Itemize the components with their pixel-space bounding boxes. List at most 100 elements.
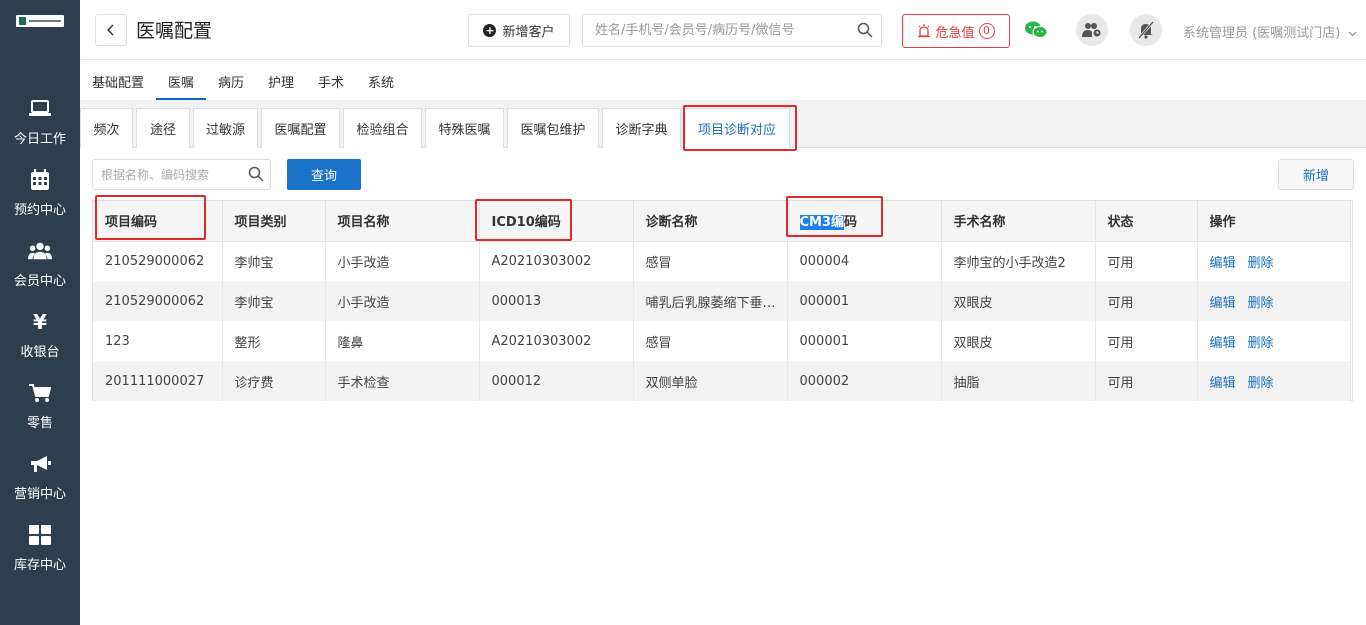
cell-status: 可用	[1095, 241, 1198, 281]
megaphone-icon	[28, 452, 52, 476]
subtab-route[interactable]: 途径	[136, 108, 190, 148]
alarm-icon	[918, 24, 931, 38]
search-icon[interactable]	[248, 166, 264, 182]
header: 医嘱配置 + 新增客户 危急值 0 系统管理员 (医嘱测试门店)	[80, 0, 1366, 60]
subtab-allergen[interactable]: 过敏源	[193, 108, 258, 148]
col-actions: 操作	[1197, 201, 1351, 242]
delete-link[interactable]: 删除	[1248, 296, 1274, 311]
cell-surgery-name: 李帅宝的小手改造2	[941, 241, 1096, 281]
sidebar-item-inventory[interactable]: 库存中心	[0, 523, 80, 585]
subtab-diagnosis-dict[interactable]: 诊断字典	[602, 108, 681, 148]
subtab-order-config[interactable]: 医嘱配置	[261, 108, 340, 148]
sidebar-item-retail[interactable]: 零售	[0, 381, 80, 443]
sidebar-item-label: 营销中心	[13, 487, 66, 502]
sidebar-item-label: 会员中心	[13, 274, 66, 289]
subtab-lab-group[interactable]: 检验组合	[343, 108, 422, 148]
critical-value-count: 0	[978, 23, 995, 39]
cell-icd10-code: A20210303002	[479, 241, 634, 281]
cell-item-category: 整形	[222, 321, 326, 361]
col-item-code: 项目编码	[93, 201, 223, 242]
cell-cm3-code: 000004	[787, 241, 942, 281]
cell-diagnosis-name: 感冒	[633, 241, 788, 281]
cell-item-name: 手术检查	[325, 361, 480, 401]
cell-status: 可用	[1095, 321, 1198, 361]
sidebar-item-appointment[interactable]: 预约中心	[0, 168, 80, 230]
subtab-frequency[interactable]: 频次	[80, 108, 133, 148]
chevron-left-icon	[107, 24, 114, 36]
sidebar-item-label: 库存中心	[13, 558, 66, 573]
edit-link[interactable]: 编辑	[1210, 376, 1236, 391]
sub-tabs: 频次 途径 过敏源 医嘱配置 检验组合 特殊医嘱 医嘱包维护 诊断字典 项目诊断…	[80, 100, 1366, 148]
calendar-icon	[28, 168, 52, 192]
col-surgery-name: 手术名称	[941, 201, 1096, 242]
content-area: 频次 途径 过敏源 医嘱配置 检验组合 特殊医嘱 医嘱包维护 诊断字典 项目诊断…	[80, 100, 1366, 625]
add-button[interactable]: 新增	[1278, 159, 1354, 190]
col-status: 状态	[1095, 201, 1198, 242]
tab-nursing[interactable]: 护理	[268, 72, 294, 100]
table-row: 123 整形 隆鼻 A20210303002 感冒 000001 双眼皮 可用 …	[93, 321, 1351, 361]
cell-actions: 编辑 删除	[1197, 361, 1351, 401]
team-clock-icon[interactable]	[1076, 14, 1108, 46]
cell-actions: 编辑 删除	[1197, 281, 1351, 321]
sidebar-item-today-work[interactable]: 今日工作	[0, 97, 80, 159]
tab-surgery[interactable]: 手术	[318, 72, 344, 100]
tab-medical-record[interactable]: 病历	[218, 72, 244, 100]
col-cm3-code: CM3编码	[787, 201, 942, 242]
cm3-rest-text: 码	[844, 215, 858, 231]
top-tabs: 基础配置 医嘱 病历 护理 手术 系统	[80, 60, 1366, 100]
edit-link[interactable]: 编辑	[1210, 256, 1236, 271]
sidebar-item-cashier[interactable]: ¥ 收银台	[0, 310, 80, 372]
grid-icon	[28, 523, 52, 547]
cell-item-category: 诊疗费	[222, 361, 326, 401]
cell-item-name: 隆鼻	[325, 321, 480, 361]
sidebar-item-member[interactable]: 会员中心	[0, 239, 80, 301]
bell-off-icon[interactable]	[1130, 14, 1162, 46]
sidebar-item-label: 预约中心	[13, 203, 66, 218]
yen-icon: ¥	[33, 310, 47, 334]
edit-link[interactable]: 编辑	[1210, 336, 1236, 351]
sidebar-item-marketing[interactable]: 营销中心	[0, 452, 80, 514]
cell-surgery-name: 双眼皮	[941, 321, 1096, 361]
sidebar-item-label: 收银台	[20, 345, 60, 360]
cell-surgery-name: 抽脂	[941, 361, 1096, 401]
subtab-special-order[interactable]: 特殊医嘱	[425, 108, 504, 148]
cell-icd10-code: A20210303002	[479, 321, 634, 361]
tab-medical-order[interactable]: 医嘱	[156, 72, 206, 100]
delete-link[interactable]: 删除	[1248, 336, 1274, 351]
col-item-name: 项目名称	[325, 201, 480, 242]
delete-link[interactable]: 删除	[1248, 256, 1274, 271]
cell-item-category: 李帅宝	[222, 241, 326, 281]
cell-item-name: 小手改造	[325, 281, 480, 321]
tab-basic-config[interactable]: 基础配置	[92, 72, 144, 100]
new-customer-button[interactable]: + 新增客户	[468, 14, 570, 47]
edit-link[interactable]: 编辑	[1210, 296, 1236, 311]
item-search-input[interactable]	[93, 160, 243, 189]
cell-icd10-code: 000012	[479, 361, 634, 401]
user-menu[interactable]: 系统管理员 (医嘱测试门店)	[1183, 22, 1357, 41]
plus-circle-icon: +	[483, 24, 497, 37]
tab-system[interactable]: 系统	[368, 72, 394, 100]
search-icon[interactable]	[857, 22, 873, 38]
subtab-order-package[interactable]: 医嘱包维护	[507, 108, 599, 148]
cell-diagnosis-name: 哺乳后乳腺萎缩下垂…	[633, 281, 788, 321]
chevron-down-icon	[1348, 31, 1357, 36]
table-row: 210529000062 李帅宝 小手改造 A20210303002 感冒 00…	[93, 241, 1351, 281]
mapping-table: 项目编码 项目类别 项目名称 ICD10编码 诊断名称 CM3编码 手术名称 状…	[92, 200, 1353, 401]
critical-value-button[interactable]: 危急值 0	[902, 14, 1010, 48]
subtab-item-diagnosis-map[interactable]: 项目诊断对应	[684, 108, 790, 148]
item-search	[92, 159, 271, 190]
cell-diagnosis-name: 双侧单脸	[633, 361, 788, 401]
table-row: 210529000062 李帅宝 小手改造 000013 哺乳后乳腺萎缩下垂… …	[93, 281, 1351, 321]
laptop-icon	[28, 97, 52, 121]
customer-search-input[interactable]	[583, 15, 848, 46]
query-button[interactable]: 查询	[287, 159, 361, 190]
table-header-row: 项目编码 项目类别 项目名称 ICD10编码 诊断名称 CM3编码 手术名称 状…	[93, 201, 1351, 242]
cell-item-category: 李帅宝	[222, 281, 326, 321]
back-button[interactable]	[95, 14, 127, 46]
cell-status: 可用	[1095, 361, 1198, 401]
delete-link[interactable]: 删除	[1248, 376, 1274, 391]
cell-item-code: 123	[93, 321, 223, 361]
cell-cm3-code: 000001	[787, 281, 942, 321]
cell-actions: 编辑 删除	[1197, 321, 1351, 361]
wechat-icon[interactable]	[1020, 14, 1052, 46]
